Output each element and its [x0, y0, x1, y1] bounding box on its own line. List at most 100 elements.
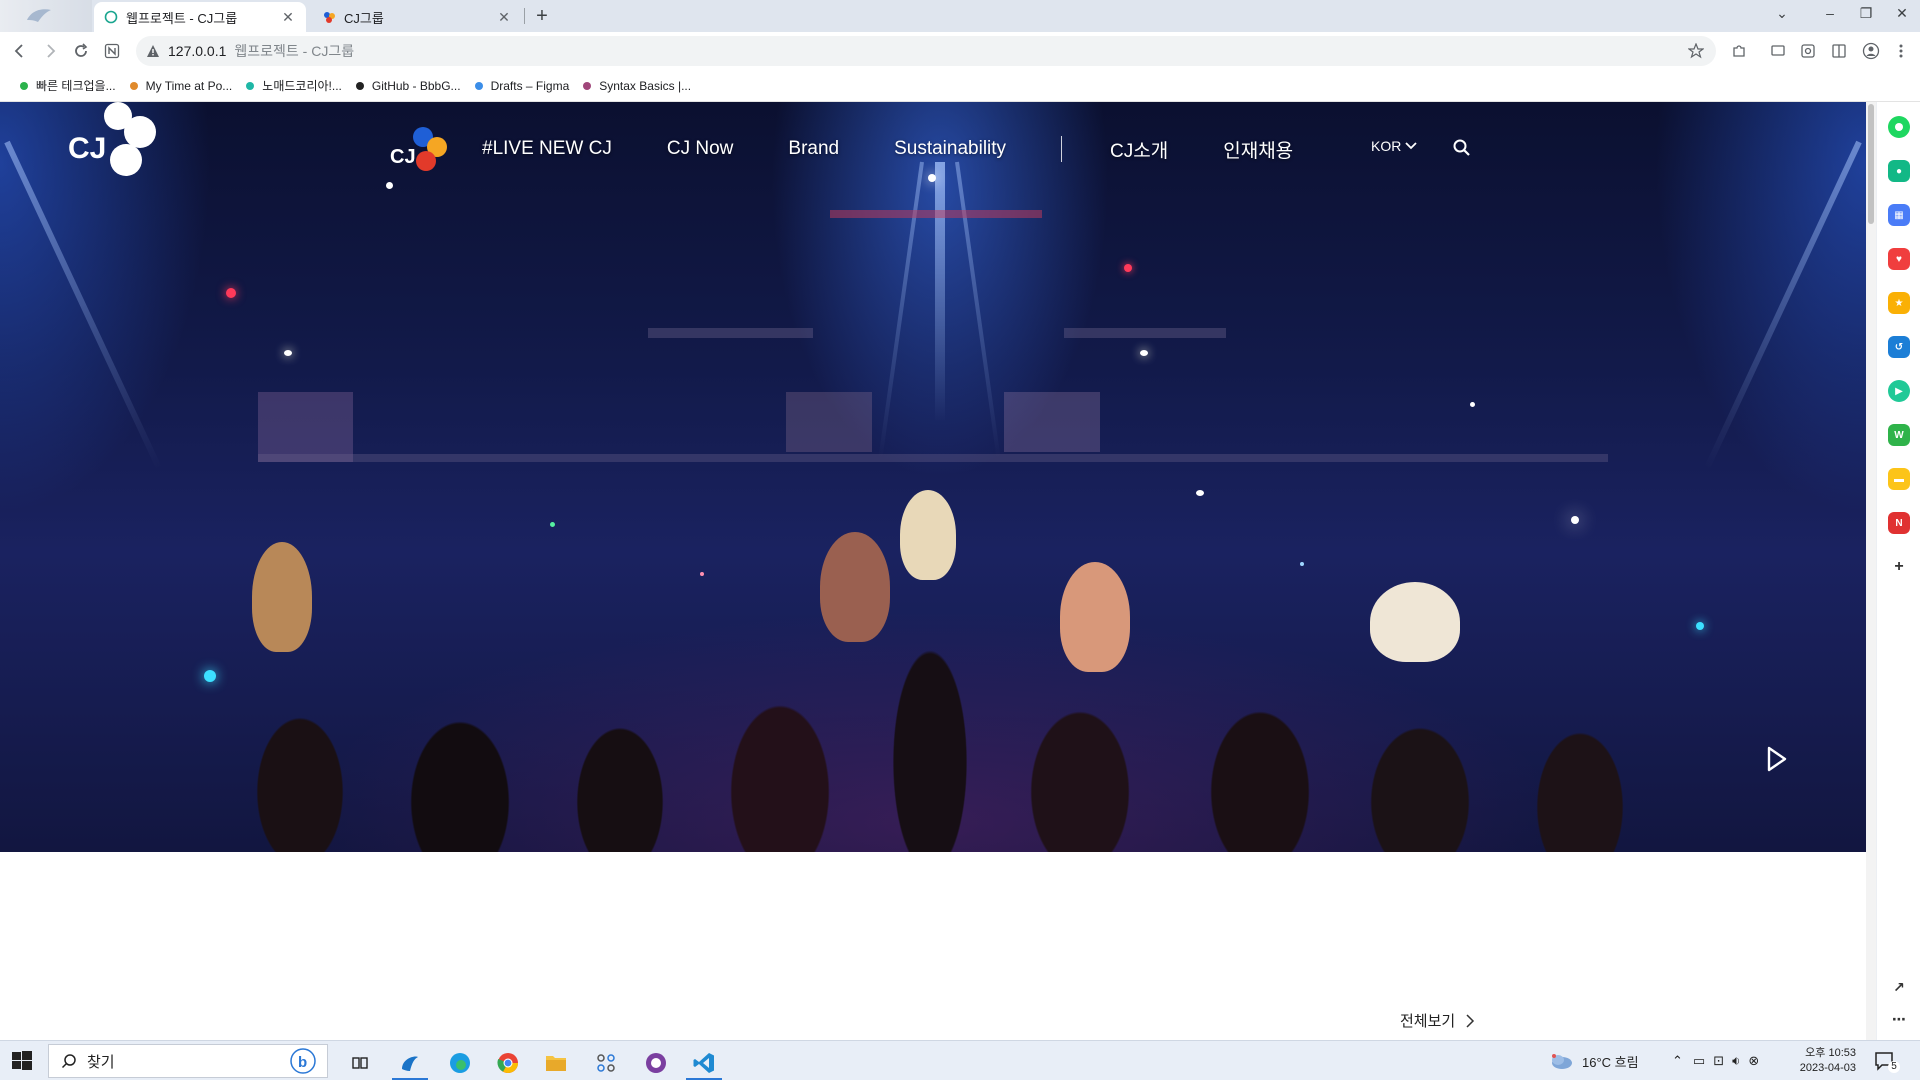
notification-center[interactable]: 5 — [1874, 1041, 1908, 1080]
reload-button[interactable] — [68, 38, 94, 64]
reload-icon — [75, 43, 88, 57]
network-icon[interactable]: ⊡ — [1713, 1053, 1724, 1069]
new-tab-button[interactable]: + — [530, 4, 554, 28]
screenshot-icon[interactable] — [1797, 40, 1819, 62]
task-view-icon[interactable] — [340, 1045, 380, 1080]
performer-hair — [1060, 562, 1130, 672]
back-button[interactable] — [6, 38, 32, 64]
play-icon[interactable] — [1766, 746, 1788, 772]
bookmark-item[interactable]: Drafts – Figma — [474, 79, 569, 93]
bookmark-favicon-icon — [129, 81, 138, 90]
page-viewport: CJ CJ #LIVE NEW CJ CJ Now Brand Sustaina… — [0, 102, 1868, 1040]
split-view-icon[interactable] — [1828, 40, 1850, 62]
cj-symbol-icon[interactable]: CJ — [390, 123, 452, 175]
side-app-pocket-icon[interactable]: ♥ — [1888, 248, 1910, 270]
chevron-up-icon[interactable]: ⌃ — [1672, 1053, 1683, 1069]
naver-home-button[interactable] — [99, 38, 125, 64]
view-all-link[interactable]: 전체보기 — [1400, 1010, 1475, 1031]
svg-text:CJ: CJ — [390, 146, 416, 168]
performer-hair — [900, 490, 956, 580]
nav-live-new-cj[interactable]: #LIVE NEW CJ — [482, 138, 612, 160]
bookmark-label: 노매드코리아!... — [262, 79, 342, 93]
address-bar[interactable]: 127.0.0.1 웹프로젝트 - CJ그룹 — [136, 36, 1716, 66]
tab-search-icon[interactable]: ⌄ — [1764, 0, 1800, 28]
profile-icon[interactable] — [1860, 40, 1882, 62]
search-icon[interactable] — [1452, 138, 1472, 158]
side-app-webtoon-icon[interactable]: W — [1888, 424, 1910, 446]
ime-icon[interactable]: ⊗ — [1748, 1053, 1759, 1069]
clock[interactable]: 오후 10:53 2023-04-03 — [1794, 1041, 1856, 1080]
edge-icon[interactable] — [440, 1045, 480, 1080]
arrow-right-icon — [47, 44, 56, 58]
more-icon[interactable]: ⋯ — [1888, 1008, 1910, 1030]
nav-cj-intro[interactable]: CJ소개 — [1110, 136, 1168, 163]
cast-icon[interactable] — [1767, 40, 1789, 62]
weather-widget[interactable]: 16°C 흐림 — [1548, 1041, 1639, 1080]
bookmark-item[interactable]: My Time at Po... — [129, 79, 232, 93]
side-app-calendar-icon[interactable]: ▦ — [1888, 204, 1910, 226]
chrome-icon[interactable] — [488, 1045, 528, 1080]
tab-cj-group[interactable]: CJ그룹 ✕ — [312, 2, 522, 32]
notification-count: 5 — [1888, 1061, 1900, 1073]
pinned-tab-area[interactable] — [0, 0, 92, 32]
side-app-note-icon[interactable]: ▬ — [1888, 468, 1910, 490]
bookmark-favicon-icon — [583, 81, 592, 90]
page-scrollbar[interactable] — [1866, 102, 1876, 1040]
volume-icon[interactable]: 🔉︎ — [1732, 1053, 1740, 1069]
nav-cj-now[interactable]: CJ Now — [667, 138, 734, 160]
windows-start-icon[interactable] — [10, 1049, 34, 1073]
bookmark-star-icon[interactable] — [1688, 43, 1704, 59]
close-tab-icon[interactable]: ✕ — [280, 9, 296, 26]
side-app-translate-icon[interactable]: ↺ — [1888, 336, 1910, 358]
light-dot — [284, 350, 292, 356]
side-app-play-icon[interactable]: ▶ — [1888, 380, 1910, 402]
minimize-button[interactable]: – — [1812, 0, 1848, 28]
bookmark-item[interactable]: Syntax Basics |... — [583, 79, 691, 93]
extensions-puzzle-icon[interactable] — [1728, 40, 1750, 62]
tab-webproject[interactable]: 웹프로젝트 - CJ그룹 ✕ — [94, 2, 306, 32]
menu-icon[interactable] — [1890, 40, 1912, 62]
nav-sustainability[interactable]: Sustainability — [894, 138, 1006, 160]
stage-light — [955, 161, 1001, 460]
tab-separator — [524, 8, 525, 24]
nav-divider — [1061, 136, 1063, 162]
open-external-icon[interactable]: ↗ — [1888, 976, 1910, 998]
meet-now-icon[interactable]: ▭ — [1693, 1053, 1705, 1069]
light-dot — [1300, 562, 1304, 566]
tab-title: CJ그룹 — [344, 10, 384, 26]
side-app-green-icon[interactable] — [1888, 116, 1910, 138]
vscode-icon[interactable] — [684, 1045, 724, 1080]
hero-video[interactable]: CJ CJ #LIVE NEW CJ CJ Now Brand Sustaina… — [0, 102, 1866, 852]
bookmark-item[interactable]: GitHub - BbbG... — [355, 79, 461, 93]
taskbar-search-box[interactable]: 찾기 b — [48, 1044, 328, 1078]
close-tab-icon[interactable]: ✕ — [496, 9, 512, 26]
forward-button[interactable] — [38, 38, 64, 64]
whale-browser-icon[interactable] — [390, 1045, 430, 1080]
side-app-now-icon[interactable]: N — [1888, 512, 1910, 534]
stage-rail — [258, 454, 1608, 462]
github-desktop-icon[interactable] — [636, 1045, 676, 1080]
nav-brand[interactable]: Brand — [788, 138, 839, 160]
n-icon — [104, 43, 120, 59]
side-app-talk-icon[interactable]: ● — [1888, 160, 1910, 182]
bookmark-item[interactable]: 빠른 테크업을... — [20, 77, 116, 94]
stage-light — [878, 161, 924, 460]
file-explorer-icon[interactable] — [536, 1045, 576, 1080]
close-window-button[interactable]: ✕ — [1884, 0, 1920, 28]
figma-icon — [474, 81, 483, 90]
light-dot — [1571, 516, 1579, 524]
bookmark-item[interactable]: 노매드코리아!... — [246, 77, 342, 94]
add-side-app-icon[interactable]: + — [1888, 556, 1910, 578]
cj-favicon-icon — [324, 12, 335, 23]
restore-button[interactable]: ❐ — [1848, 0, 1884, 28]
github-icon — [355, 81, 364, 90]
language-selector[interactable]: KOR — [1371, 138, 1417, 154]
clock-time: 오후 10:53 — [1805, 1047, 1856, 1059]
cj-logo[interactable]: CJ — [66, 102, 176, 194]
warning-icon[interactable] — [146, 44, 160, 58]
connect-app-icon[interactable] — [586, 1045, 626, 1080]
scrollbar-thumb[interactable] — [1868, 104, 1874, 224]
nav-careers[interactable]: 인재채용 — [1223, 136, 1293, 163]
side-app-star-icon[interactable]: ★ — [1888, 292, 1910, 314]
bing-icon[interactable]: b — [289, 1047, 317, 1075]
